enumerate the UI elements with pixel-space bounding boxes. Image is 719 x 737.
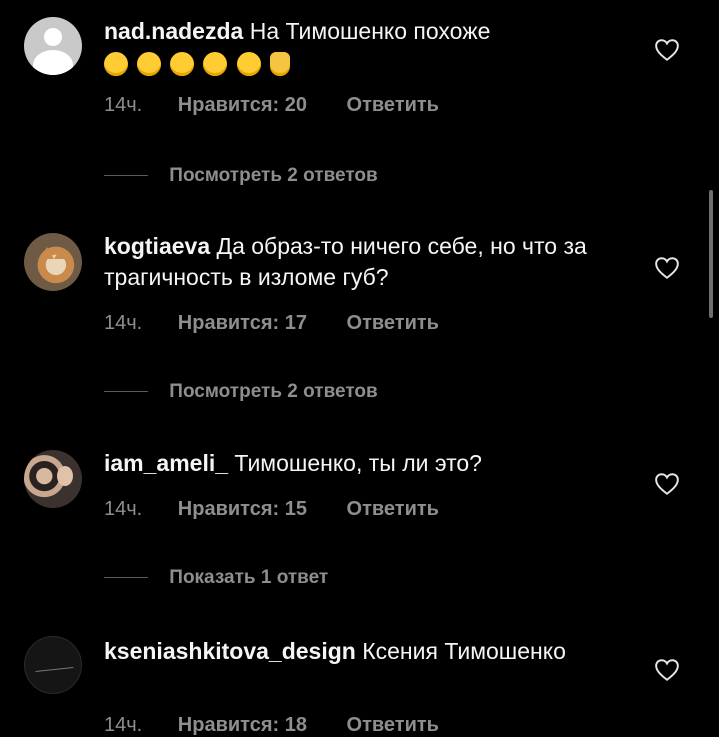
cat-ear — [54, 247, 68, 259]
comment-likes[interactable]: Нравится: 15 — [178, 498, 307, 521]
tears-of-joy-icon — [236, 52, 261, 77]
view-replies-button[interactable]: Посмотреть 2 ответов — [104, 381, 378, 403]
like-heart-icon[interactable] — [654, 472, 680, 496]
comment-body: На Тимошенко похоже — [249, 18, 491, 44]
comment-meta: 14ч. Нравится: 17 Ответить — [104, 312, 439, 335]
view-replies-button[interactable]: Посмотреть 2 ответов — [104, 165, 378, 187]
scrollbar[interactable] — [709, 190, 713, 318]
comment-meta: 14ч. Нравится: 20 Ответить — [104, 94, 439, 117]
emoji-row — [104, 47, 624, 79]
divider-line — [104, 577, 148, 579]
comment-time: 14ч. — [104, 312, 143, 334]
user-avatar[interactable] — [24, 17, 82, 75]
default-avatar-icon — [44, 28, 62, 46]
avatar-face — [57, 466, 73, 486]
comment-likes[interactable]: Нравится: 17 — [178, 312, 307, 335]
comment-username[interactable]: nad.nadezda — [104, 18, 243, 44]
comment-text-block: iam_ameli_ Тимошенко, ты ли это? — [104, 448, 624, 479]
comment-likes[interactable]: Нравится: 20 — [178, 94, 307, 117]
comment-text-block: nad.nadezda На Тимошенко похоже — [104, 16, 624, 79]
tears-of-joy-icon — [203, 52, 228, 77]
view-replies-label: Показать 1 ответ — [169, 567, 329, 588]
comment-likes[interactable]: Нравится: 18 — [178, 714, 307, 737]
view-replies-button[interactable]: Показать 1 ответ — [104, 567, 328, 589]
signature-logo — [34, 659, 74, 672]
comment-meta: 14ч. Нравится: 18 Ответить — [104, 714, 439, 737]
comment-body: Ксения Тимошенко — [362, 638, 566, 664]
user-avatar[interactable] — [24, 233, 82, 291]
reply-button[interactable]: Ответить — [347, 498, 439, 521]
view-replies-label: Посмотреть 2 ответов — [169, 381, 378, 402]
reply-button[interactable]: Ответить — [347, 312, 439, 335]
reply-button[interactable]: Ответить — [347, 714, 439, 737]
like-heart-icon[interactable] — [654, 256, 680, 280]
user-avatar[interactable] — [24, 450, 82, 508]
comment-time: 14ч. — [104, 498, 143, 520]
comment-meta: 14ч. Нравится: 15 Ответить — [104, 498, 439, 521]
comment-username[interactable]: iam_ameli_ — [104, 450, 228, 476]
reply-button[interactable]: Ответить — [347, 94, 439, 117]
comment-text-block: kogtiaeva Да образ-то ничего себе, но чт… — [104, 231, 624, 293]
comment-username[interactable]: kseniashkitova_design — [104, 638, 356, 664]
user-avatar[interactable] — [24, 636, 82, 694]
divider-line — [104, 391, 148, 393]
comment-text-block: kseniashkitova_design Ксения Тимошенко — [104, 636, 584, 667]
divider-line — [104, 175, 148, 177]
hugging-face-icon — [137, 52, 162, 77]
cat-ear — [40, 247, 54, 259]
comment-time: 14ч. — [104, 94, 143, 116]
like-heart-icon[interactable] — [654, 38, 680, 62]
tears-of-joy-icon — [170, 52, 195, 77]
default-avatar-body — [33, 50, 73, 75]
like-heart-icon[interactable] — [654, 658, 680, 682]
thumbs-up-icon — [269, 52, 290, 77]
comment-time: 14ч. — [104, 714, 143, 736]
winking-face-icon — [104, 52, 128, 77]
comment-username[interactable]: kogtiaeva — [104, 233, 210, 259]
view-replies-label: Посмотреть 2 ответов — [169, 165, 378, 186]
comment-body: Тимошенко, ты ли это? — [234, 450, 482, 476]
